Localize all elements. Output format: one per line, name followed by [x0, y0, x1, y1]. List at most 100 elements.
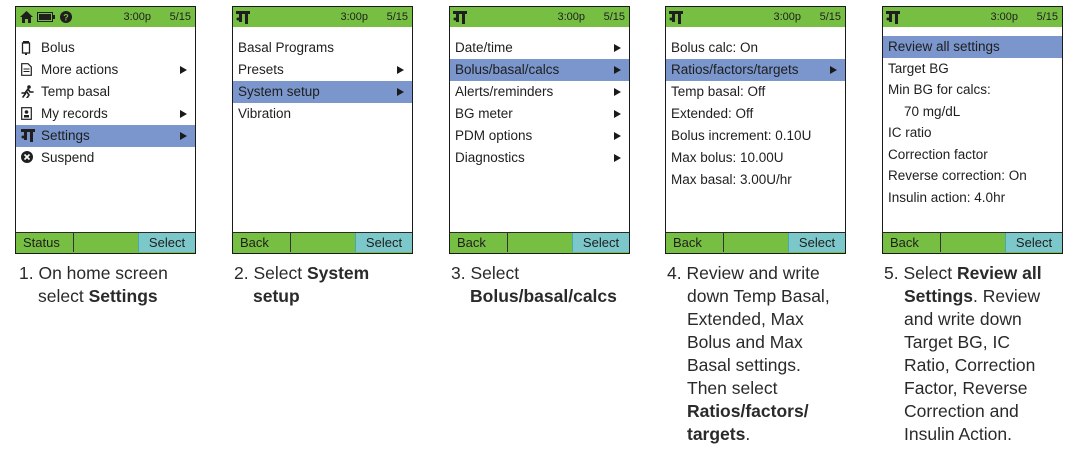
chevron-right-icon: [830, 66, 837, 74]
menu-item-label: Presets: [238, 62, 284, 77]
caption-text: Correction and: [904, 401, 1019, 421]
step-caption: 4. Review and write down Temp Basal, Ext…: [667, 262, 830, 446]
menu-item-presets[interactable]: Presets: [233, 59, 412, 81]
setting-label: Bolus increment: 0.10U: [671, 128, 812, 143]
records-icon: [21, 107, 41, 121]
setting-max-bolus: Max bolus: 10.00U: [666, 147, 845, 169]
settings-icon: [21, 129, 41, 143]
menu-item-suspend[interactable]: Suspend: [16, 147, 195, 169]
menu-item-label: PDM options: [455, 128, 533, 143]
select-softkey[interactable]: Select: [788, 233, 845, 252]
clock: 3:00p: [990, 11, 1018, 23]
menu-item-bg-meter[interactable]: BG meter: [450, 103, 629, 125]
middle-softkey[interactable]: [724, 233, 790, 252]
chevron-right-icon: [180, 66, 187, 74]
caption-text: Bolus and Max: [687, 332, 803, 352]
caption-text: Ratio, Correction: [904, 355, 1036, 375]
menu-item-vibration[interactable]: Vibration: [233, 103, 412, 125]
pdm-screen-home: ? 3:00p 5/15 Bolus More actions Temp bas…: [15, 6, 196, 254]
menu-item-label: Correction factor: [888, 146, 988, 162]
caption-text: 3. Select: [451, 263, 520, 283]
caption-bold: setup: [253, 286, 300, 306]
home-icon: [19, 10, 33, 24]
menu-item-temp-basal[interactable]: Temp basal: [16, 81, 195, 103]
clock: 3:00p: [557, 11, 585, 23]
menu-item-insulin-action[interactable]: Insulin action: 4.0hr: [883, 187, 1062, 209]
select-softkey[interactable]: Select: [1005, 233, 1062, 252]
step-caption: 3. Select Bolus/basal/calcs: [451, 262, 617, 308]
softkey-bar: Status Select: [16, 232, 195, 253]
status-softkey[interactable]: Status: [16, 233, 74, 252]
settings-icon: [236, 10, 250, 24]
setting-label: Extended: Off: [671, 106, 754, 121]
menu-item-reverse-correction[interactable]: Reverse correction: On: [883, 165, 1062, 187]
back-softkey[interactable]: Back: [233, 233, 291, 252]
menu-item-label: IC ratio: [888, 125, 932, 140]
select-softkey[interactable]: Select: [138, 233, 195, 252]
middle-softkey[interactable]: [291, 233, 357, 252]
menu-item-ratios-factors-targets[interactable]: Ratios/factors/targets: [666, 59, 845, 81]
date: 5/15: [386, 11, 408, 23]
menu-item-bolus[interactable]: Bolus: [16, 37, 195, 59]
select-softkey[interactable]: Select: [355, 233, 412, 252]
middle-softkey[interactable]: [941, 233, 1007, 252]
step-caption: 5. Select Review all Settings. Review an…: [884, 262, 1042, 446]
menu-item-label: Temp basal: [41, 84, 111, 99]
pdm-screen-system-setup: 3:00p 5/15 Date/time Bolus/basal/calcs A…: [449, 6, 630, 254]
caption-text: 5. Select: [884, 263, 957, 283]
menu-item-diagnostics[interactable]: Diagnostics: [450, 147, 629, 169]
setting-label: Temp basal: Off: [671, 84, 766, 99]
back-softkey[interactable]: Back: [450, 233, 508, 252]
softkey-bar: Back Select: [233, 232, 412, 253]
menu-item-label: Bolus/basal/calcs: [455, 62, 560, 77]
caption-text: and write down: [904, 309, 1022, 329]
menu-item-basal-programs[interactable]: Basal Programs: [233, 37, 412, 59]
softkey-bar: Back Select: [883, 232, 1062, 253]
menu-list: Bolus calc: On Ratios/factors/targets Te…: [666, 37, 845, 191]
settings-icon: [886, 10, 900, 24]
bolus-icon: [21, 41, 41, 56]
caption-text: select: [38, 286, 89, 306]
alert-icon: ?: [59, 10, 73, 24]
middle-softkey[interactable]: [508, 233, 574, 252]
caption-bold: Settings: [904, 286, 974, 306]
setting-extended: Extended: Off: [666, 103, 845, 125]
menu-item-ic-ratio[interactable]: IC ratio: [883, 122, 1062, 144]
back-softkey[interactable]: Back: [666, 233, 724, 252]
menu-item-label: Ratios/factors/targets: [671, 62, 799, 77]
menu-item-system-setup[interactable]: System setup: [233, 81, 412, 103]
menu-item-more-actions[interactable]: More actions: [16, 59, 195, 81]
menu-item-alerts-reminders[interactable]: Alerts/reminders: [450, 81, 629, 103]
menu-item-pdm-options[interactable]: PDM options: [450, 125, 629, 147]
caption-text: Factor, Reverse: [904, 378, 1028, 398]
settings-icon: [669, 10, 683, 24]
caption-text: .: [745, 424, 751, 444]
caption-bold: Ratios/factors/: [687, 401, 809, 421]
chevron-right-icon: [614, 110, 621, 118]
setting-bolus-calc: Bolus calc: On: [666, 37, 845, 59]
date: 5/15: [603, 11, 625, 23]
menu-item-label: Reverse correction: On: [888, 168, 1027, 183]
menu-item-label: Suspend: [41, 150, 95, 165]
caption-text: 2. Select: [234, 263, 307, 283]
select-softkey[interactable]: Select: [572, 233, 629, 252]
menu-item-bolus-basal-calcs[interactable]: Bolus/basal/calcs: [450, 59, 629, 81]
status-bar: 3:00p 5/15: [450, 7, 629, 27]
menu-item-review-all-settings[interactable]: Review all settings: [883, 36, 1062, 58]
menu-item-target-bg[interactable]: Target BG: [883, 58, 1062, 80]
menu-item-min-bg[interactable]: Min BG for calcs:: [883, 79, 1062, 101]
setting-temp-basal: Temp basal: Off: [666, 81, 845, 103]
back-softkey[interactable]: Back: [883, 233, 941, 252]
clock: 3:00p: [773, 11, 801, 23]
menu-item-settings[interactable]: Settings: [16, 125, 195, 147]
menu-item-date-time[interactable]: Date/time: [450, 37, 629, 59]
menu-item-correction-factor[interactable]: Correction factor: [883, 144, 1062, 166]
battery-icon: [37, 10, 55, 24]
status-bar: ? 3:00p 5/15: [16, 7, 195, 27]
chevron-right-icon: [614, 88, 621, 96]
menu-item-label: More actions: [41, 62, 119, 77]
document-icon: [21, 63, 41, 77]
menu-item-label: Review all settings: [888, 39, 1000, 54]
menu-item-my-records[interactable]: My records: [16, 103, 195, 125]
middle-softkey[interactable]: [74, 233, 140, 252]
